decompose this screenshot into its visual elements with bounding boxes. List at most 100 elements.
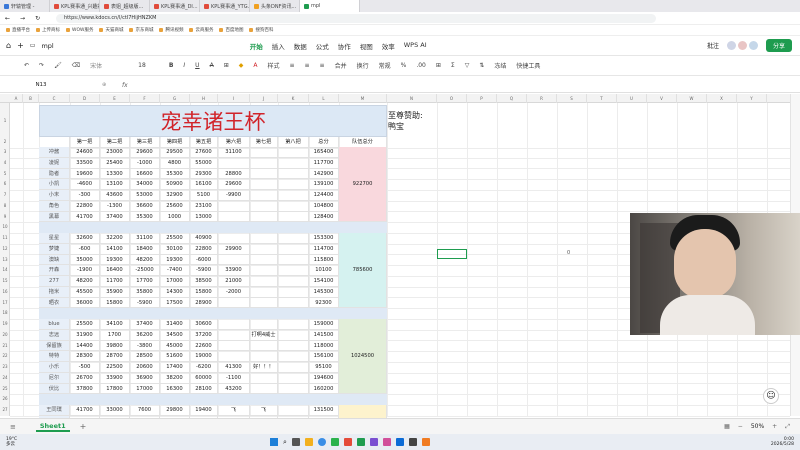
score-cell[interactable]	[250, 190, 278, 201]
score-cell[interactable]: 37200	[190, 329, 218, 341]
score-cell[interactable]	[278, 157, 309, 169]
score-cell[interactable]	[278, 340, 309, 352]
score-cell[interactable]	[250, 297, 278, 309]
score-cell[interactable]	[278, 276, 309, 287]
score-cell[interactable]: 19000	[190, 351, 218, 362]
score-cell[interactable]	[278, 254, 309, 266]
assistant-icon[interactable]: ☺	[763, 388, 779, 404]
score-cell[interactable]: 22800	[190, 243, 218, 255]
score-cell[interactable]	[218, 351, 250, 362]
score-cell[interactable]: 39800	[100, 340, 130, 352]
score-cell[interactable]	[250, 157, 278, 169]
score-cell[interactable]	[250, 340, 278, 352]
score-cell[interactable]: 41700	[70, 405, 100, 416]
score-cell[interactable]: 好！！！	[250, 362, 278, 373]
score-cell[interactable]: 92300	[309, 297, 339, 309]
score-cell[interactable]: 17000	[130, 383, 160, 395]
player-name-cell[interactable]: 隐者	[39, 168, 70, 180]
score-cell[interactable]: 32900	[160, 190, 190, 201]
score-cell[interactable]: 28700	[100, 351, 130, 362]
score-cell[interactable]: -9900	[218, 190, 250, 201]
score-cell[interactable]: 15800	[100, 297, 130, 309]
player-name-cell[interactable]: 晒衣	[39, 297, 70, 309]
score-cell[interactable]: -300	[70, 190, 100, 201]
score-cell[interactable]: 33500	[70, 157, 100, 169]
score-cell[interactable]: 飞	[250, 405, 278, 416]
score-cell[interactable]	[218, 233, 250, 244]
player-name-cell[interactable]: 冲酱	[39, 147, 70, 158]
score-cell[interactable]	[250, 179, 278, 190]
score-cell[interactable]	[278, 383, 309, 395]
score-cell[interactable]: 29300	[190, 168, 218, 180]
score-cell[interactable]: 33900	[100, 372, 130, 384]
score-cell[interactable]	[218, 254, 250, 266]
score-cell[interactable]: 22500	[100, 362, 130, 373]
task-view-icon[interactable]	[291, 438, 300, 446]
app-icon[interactable]	[369, 438, 378, 446]
score-cell[interactable]: 7600	[130, 405, 160, 416]
score-cell[interactable]: 35300	[130, 211, 160, 223]
sheet-grid[interactable]: 第一把 第二把 第三把 第四把 第五把 第六把 第七把 第八把 总分 队伍总分 冲酱 24600 230…	[0, 0, 790, 438]
score-cell[interactable]: 141500	[309, 329, 339, 341]
weather-widget[interactable]: 19°C 多云	[6, 437, 17, 447]
score-cell[interactable]: -1000	[130, 157, 160, 169]
player-name-cell[interactable]: blue	[39, 319, 70, 330]
score-cell[interactable]	[278, 286, 309, 298]
score-cell[interactable]: 29600	[218, 179, 250, 190]
fullscreen-icon[interactable]: ⤢	[785, 423, 790, 431]
score-cell[interactable]: 19300	[160, 254, 190, 266]
player-name-cell[interactable]: 王同璞	[39, 405, 70, 416]
score-cell[interactable]: 34100	[100, 319, 130, 330]
score-cell[interactable]	[278, 233, 309, 244]
score-cell[interactable]	[250, 200, 278, 212]
player-name-cell[interactable]: 拖米	[39, 286, 70, 298]
sheet-tab-sheet1[interactable]: Sheet1	[35, 422, 70, 432]
score-cell[interactable]: 13000	[190, 211, 218, 223]
score-cell[interactable]: -4600	[70, 179, 100, 190]
score-cell[interactable]: 95100	[309, 362, 339, 373]
score-cell[interactable]: 51600	[160, 351, 190, 362]
score-cell[interactable]	[250, 372, 278, 384]
app-icon[interactable]	[343, 438, 352, 446]
score-cell[interactable]: 118000	[309, 340, 339, 352]
score-cell[interactable]: 25500	[70, 319, 100, 330]
score-cell[interactable]: 17000	[160, 276, 190, 287]
score-cell[interactable]: 37800	[70, 383, 100, 395]
score-cell[interactable]: 16400	[100, 265, 130, 276]
score-cell[interactable]	[218, 319, 250, 330]
score-cell[interactable]: 32600	[70, 233, 100, 244]
score-cell[interactable]: 124400	[309, 190, 339, 201]
score-cell[interactable]: 37400	[100, 211, 130, 223]
score-cell[interactable]: 36200	[130, 329, 160, 341]
app-icon[interactable]	[304, 438, 313, 446]
score-cell[interactable]: 17400	[160, 362, 190, 373]
player-name-cell[interactable]: 特特	[39, 351, 70, 362]
score-cell[interactable]: 194600	[309, 372, 339, 384]
app-icon[interactable]	[330, 438, 339, 446]
score-cell[interactable]: 19400	[190, 405, 218, 416]
score-cell[interactable]: -1300	[100, 200, 130, 212]
score-cell[interactable]: 156100	[309, 351, 339, 362]
score-cell[interactable]: 14100	[100, 243, 130, 255]
score-cell[interactable]: 30100	[160, 243, 190, 255]
score-cell[interactable]	[250, 254, 278, 266]
app-icon[interactable]	[421, 438, 430, 446]
score-cell[interactable]: 36000	[70, 297, 100, 309]
app-icon[interactable]	[395, 438, 404, 446]
score-cell[interactable]: 16300	[160, 383, 190, 395]
score-cell[interactable]	[250, 265, 278, 276]
score-cell[interactable]: 41300	[218, 362, 250, 373]
score-cell[interactable]: 14300	[160, 286, 190, 298]
score-cell[interactable]: -2000	[218, 286, 250, 298]
team-total-cell[interactable]: 785600	[339, 233, 387, 309]
score-cell[interactable]: 11700	[100, 276, 130, 287]
score-cell[interactable]: 28900	[190, 297, 218, 309]
score-cell[interactable]: 17700	[130, 276, 160, 287]
score-cell[interactable]: 30600	[190, 319, 218, 330]
player-name-cell[interactable]: 角色	[39, 200, 70, 212]
score-cell[interactable]	[218, 297, 250, 309]
score-cell[interactable]: 131500	[309, 405, 339, 416]
sheet-list-icon[interactable]: ≡	[10, 423, 16, 431]
score-cell[interactable]: 55000	[190, 157, 218, 169]
score-cell[interactable]: 145300	[309, 286, 339, 298]
